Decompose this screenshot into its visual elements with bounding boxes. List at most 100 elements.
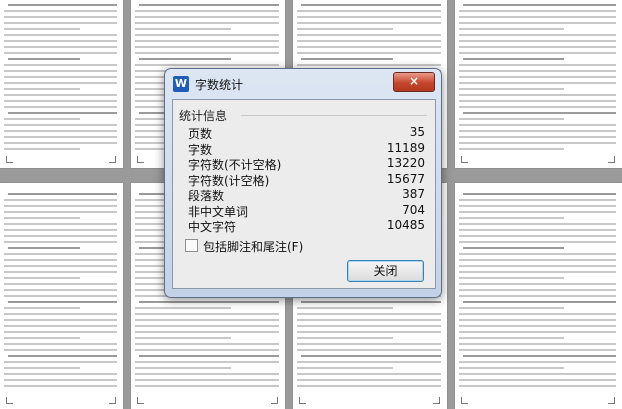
text-line (459, 331, 616, 333)
wps-writer-icon: W (173, 76, 189, 92)
text-line (297, 46, 441, 48)
text-line (459, 385, 616, 387)
text-line (4, 337, 80, 339)
text-line (297, 385, 441, 387)
text-line (459, 367, 564, 369)
page-thumbnail[interactable] (0, 0, 123, 168)
text-line (459, 337, 564, 339)
text-line (459, 241, 616, 243)
stat-row-chinese-chars: 中文字符 10485 (188, 218, 425, 234)
page-thumbnail[interactable] (455, 183, 622, 409)
text-line (4, 88, 80, 90)
stat-label: 非中文单词 (188, 204, 249, 219)
text-line (135, 10, 279, 12)
text-line (135, 373, 279, 375)
text-line (301, 355, 441, 357)
text-line (297, 16, 441, 18)
text-line (459, 361, 616, 363)
text-line (459, 199, 616, 201)
text-line (4, 229, 117, 231)
text-line (4, 94, 117, 96)
text-line (459, 319, 616, 321)
text-line (297, 349, 441, 351)
text-line (4, 217, 80, 219)
text-line (459, 349, 616, 351)
text-line (4, 82, 117, 84)
text-line (459, 235, 616, 237)
page-corner-mark (109, 156, 116, 163)
text-line (297, 307, 393, 309)
text-line (297, 313, 441, 315)
text-line (4, 325, 117, 327)
text-line (459, 379, 616, 381)
text-line (459, 94, 616, 96)
text-line (297, 331, 441, 333)
text-line (4, 223, 117, 225)
text-line (459, 253, 616, 255)
text-line (459, 118, 564, 120)
text-line (139, 355, 279, 357)
text-line (301, 4, 441, 6)
text-line (459, 40, 616, 42)
text-line (4, 343, 117, 345)
text-line (135, 52, 279, 54)
text-line (135, 385, 279, 387)
stat-row-chars-with-spaces: 字符数(计空格) 15677 (188, 172, 425, 188)
stat-value: 15677 (386, 171, 425, 186)
text-line (4, 289, 117, 291)
stat-row-words: 字数 11189 (188, 141, 425, 157)
text-line (135, 331, 279, 333)
text-line (297, 28, 393, 30)
stats-list: 页数 35 字数 11189 字符数(不计空格) 13220 字符数(计空格) … (188, 125, 425, 234)
page-corner-mark (137, 397, 144, 404)
include-footnotes-label[interactable]: 包括脚注和尾注(F) (203, 238, 303, 255)
text-line (301, 301, 441, 303)
text-line (4, 379, 117, 381)
text-line (459, 124, 616, 126)
text-line (297, 10, 441, 12)
text-line (4, 361, 117, 363)
text-line (4, 307, 80, 309)
text-line (459, 373, 616, 375)
text-line (4, 367, 80, 369)
text-line (4, 259, 117, 261)
text-line (8, 4, 117, 6)
text-line (459, 130, 616, 132)
text-line (459, 106, 616, 108)
text-line (459, 16, 616, 18)
text-line (459, 82, 616, 84)
text-line (4, 76, 117, 78)
text-line (297, 361, 441, 363)
text-line (4, 148, 80, 150)
page-thumbnail[interactable] (455, 0, 622, 168)
text-line (135, 361, 279, 363)
text-line (459, 52, 616, 54)
text-line (4, 271, 117, 273)
text-line (4, 277, 80, 279)
text-line (459, 295, 616, 297)
text-line (8, 247, 80, 249)
stat-label: 中文字符 (188, 220, 237, 234)
text-line (459, 265, 616, 267)
text-line (139, 301, 279, 303)
page-thumbnail[interactable] (0, 183, 123, 409)
text-line (4, 64, 117, 66)
stat-row-chars-no-spaces: 字符数(不计空格) 13220 (188, 156, 425, 172)
text-line (459, 259, 616, 261)
close-icon[interactable]: × (393, 72, 435, 92)
text-line (135, 22, 279, 24)
stat-label: 字符数(不计空格) (188, 158, 282, 172)
text-line (4, 34, 117, 36)
include-footnotes-checkbox[interactable] (185, 239, 198, 252)
dialog-body: 统计信息 页数 35 字数 11189 字符数(不计空格) 13220 字符数(… (172, 99, 436, 289)
text-line (463, 4, 616, 6)
page-corner-mark (271, 397, 278, 404)
text-line (459, 283, 616, 285)
text-line (459, 205, 616, 207)
dialog-titlebar[interactable]: W 字数统计 × (165, 69, 441, 99)
close-button[interactable]: 关闭 (347, 260, 424, 282)
text-line (135, 367, 231, 369)
dialog-title: 字数统计 (195, 78, 244, 92)
text-line (459, 148, 564, 150)
stat-row-pages: 页数 35 (188, 125, 425, 141)
